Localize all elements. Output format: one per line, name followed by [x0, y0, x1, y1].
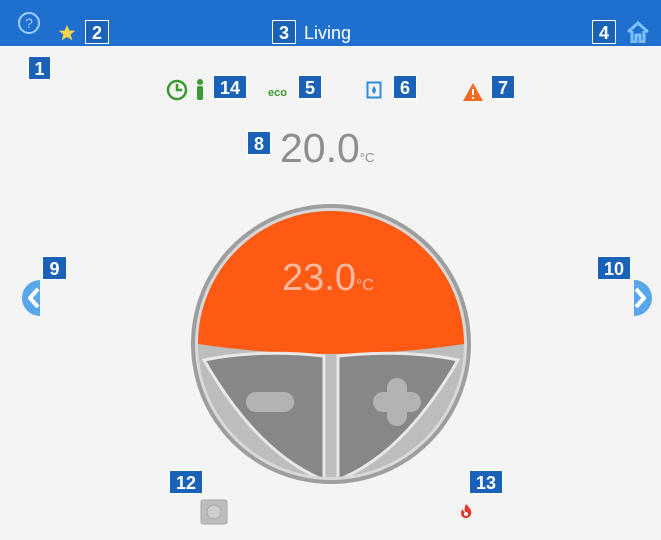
current-temp-unit: °C [355, 277, 374, 294]
callout-5: 5 [298, 75, 322, 99]
schedule-icon [166, 79, 203, 101]
callout-14: 14 [213, 75, 247, 99]
next-room-button[interactable] [624, 280, 661, 316]
setpoint-value: 20.0 [280, 125, 360, 171]
callout-4: 4 [592, 20, 616, 44]
callout-9: 9 [42, 256, 67, 280]
setpoint-unit: °C [359, 150, 375, 165]
callout-3: 3 [272, 20, 296, 44]
svg-text:?: ? [25, 15, 33, 31]
eco-label: eco [268, 87, 287, 99]
callout-6: 6 [393, 75, 417, 99]
callout-13: 13 [469, 470, 503, 494]
previous-room-button[interactable] [10, 280, 50, 316]
minus-icon [246, 392, 294, 412]
current-temp-readout: 23.0°C [282, 256, 374, 308]
callout-2: 2 [85, 20, 109, 44]
setpoint-readout: 20.0°C [280, 125, 374, 181]
current-temp-value: 23.0 [282, 257, 356, 299]
warning-icon [463, 83, 483, 101]
mode-button[interactable] [200, 499, 228, 525]
callout-7: 7 [491, 75, 515, 99]
window-icon [366, 81, 382, 99]
help-icon[interactable]: ? [17, 11, 41, 35]
star-icon[interactable] [58, 24, 76, 42]
room-title: Living [304, 23, 352, 43]
home-icon[interactable] [626, 21, 650, 43]
callout-10: 10 [597, 256, 631, 280]
flame-icon [461, 504, 472, 518]
callout-1: 1 [28, 56, 51, 80]
thermostat-dial [191, 204, 471, 484]
callout-8: 8 [247, 131, 271, 155]
